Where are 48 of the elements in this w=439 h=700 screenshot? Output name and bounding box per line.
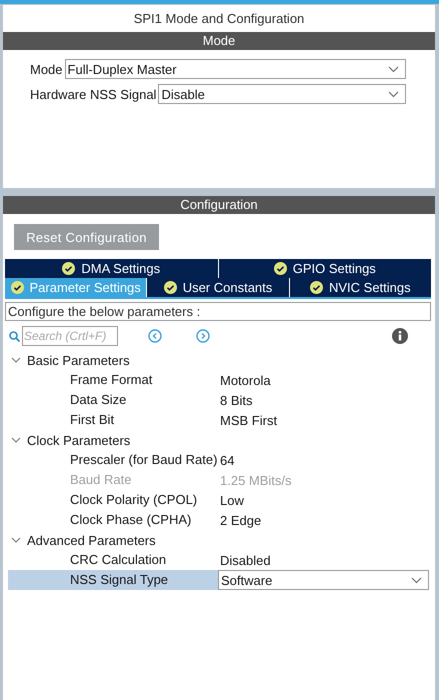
parameter-name[interactable]: First Bit — [8, 410, 218, 430]
check-circle-icon — [274, 262, 287, 275]
hint-text: Configure the below parameters : — [5, 302, 431, 321]
parameter-value: Motorola — [219, 372, 271, 388]
chevron-icon[interactable] — [11, 357, 21, 363]
chevron-icon[interactable] — [11, 537, 21, 543]
group-label: Advanced Parameters — [27, 532, 156, 548]
dropdown[interactable]: Full-Duplex Master — [64, 59, 406, 79]
parameter-name[interactable]: NSS Signal Type — [8, 570, 218, 590]
parameter-value: 8 Bits — [219, 392, 253, 408]
parameter-value: 1.25 MBits/s — [219, 472, 292, 488]
parameter-name[interactable]: CRC Calculation — [8, 550, 218, 570]
parameter-name[interactable]: Clock Polarity (CPOL) — [8, 490, 218, 510]
field-label: Mode — [30, 62, 63, 76]
tab[interactable]: NVIC Settings — [290, 278, 431, 297]
group-label: Clock Parameters — [27, 432, 130, 448]
tab[interactable]: GPIO Settings — [218, 259, 431, 278]
parameter-value: Low — [219, 492, 244, 508]
check-circle-icon — [62, 262, 76, 275]
window-title: SPI1 Mode and Configuration — [132, 10, 306, 28]
caret-icon — [388, 90, 399, 98]
search-field[interactable]: Search (Crtl+F) — [22, 326, 118, 346]
check-circle-icon — [310, 281, 323, 294]
caret-icon — [411, 576, 422, 584]
parameter-value: MSB First — [219, 412, 278, 428]
parameter-value: 64 — [219, 452, 234, 468]
check-circle-icon — [164, 281, 177, 294]
dropdown[interactable]: Software — [218, 570, 429, 590]
group-label: Basic Parameters — [27, 352, 130, 368]
next-icon[interactable] — [196, 329, 210, 343]
parameter-name[interactable]: Frame Format — [8, 370, 218, 390]
parameter-name[interactable]: Data Size — [8, 390, 218, 410]
field-label: Hardware NSS Signal — [30, 86, 156, 102]
parameter-value: Disabled — [219, 552, 271, 568]
info-icon[interactable] — [392, 328, 408, 344]
dropdown[interactable]: Disable — [158, 84, 406, 104]
previous-icon[interactable] — [148, 329, 162, 343]
tab[interactable]: User Constants — [147, 278, 289, 297]
tab[interactable]: DMA Settings — [5, 259, 218, 278]
parameter-name[interactable]: Clock Phase (CPHA) — [8, 510, 218, 530]
section-header: Mode — [3, 32, 435, 50]
parameter-value: 2 Edge — [219, 512, 262, 528]
section-header: Configuration — [3, 196, 435, 214]
chevron-icon[interactable] — [11, 437, 21, 443]
search-icon — [9, 330, 20, 342]
caret-icon — [388, 66, 399, 72]
parameter-name[interactable]: Prescaler (for Baud Rate) — [8, 450, 218, 470]
check-circle-icon — [10, 281, 24, 294]
